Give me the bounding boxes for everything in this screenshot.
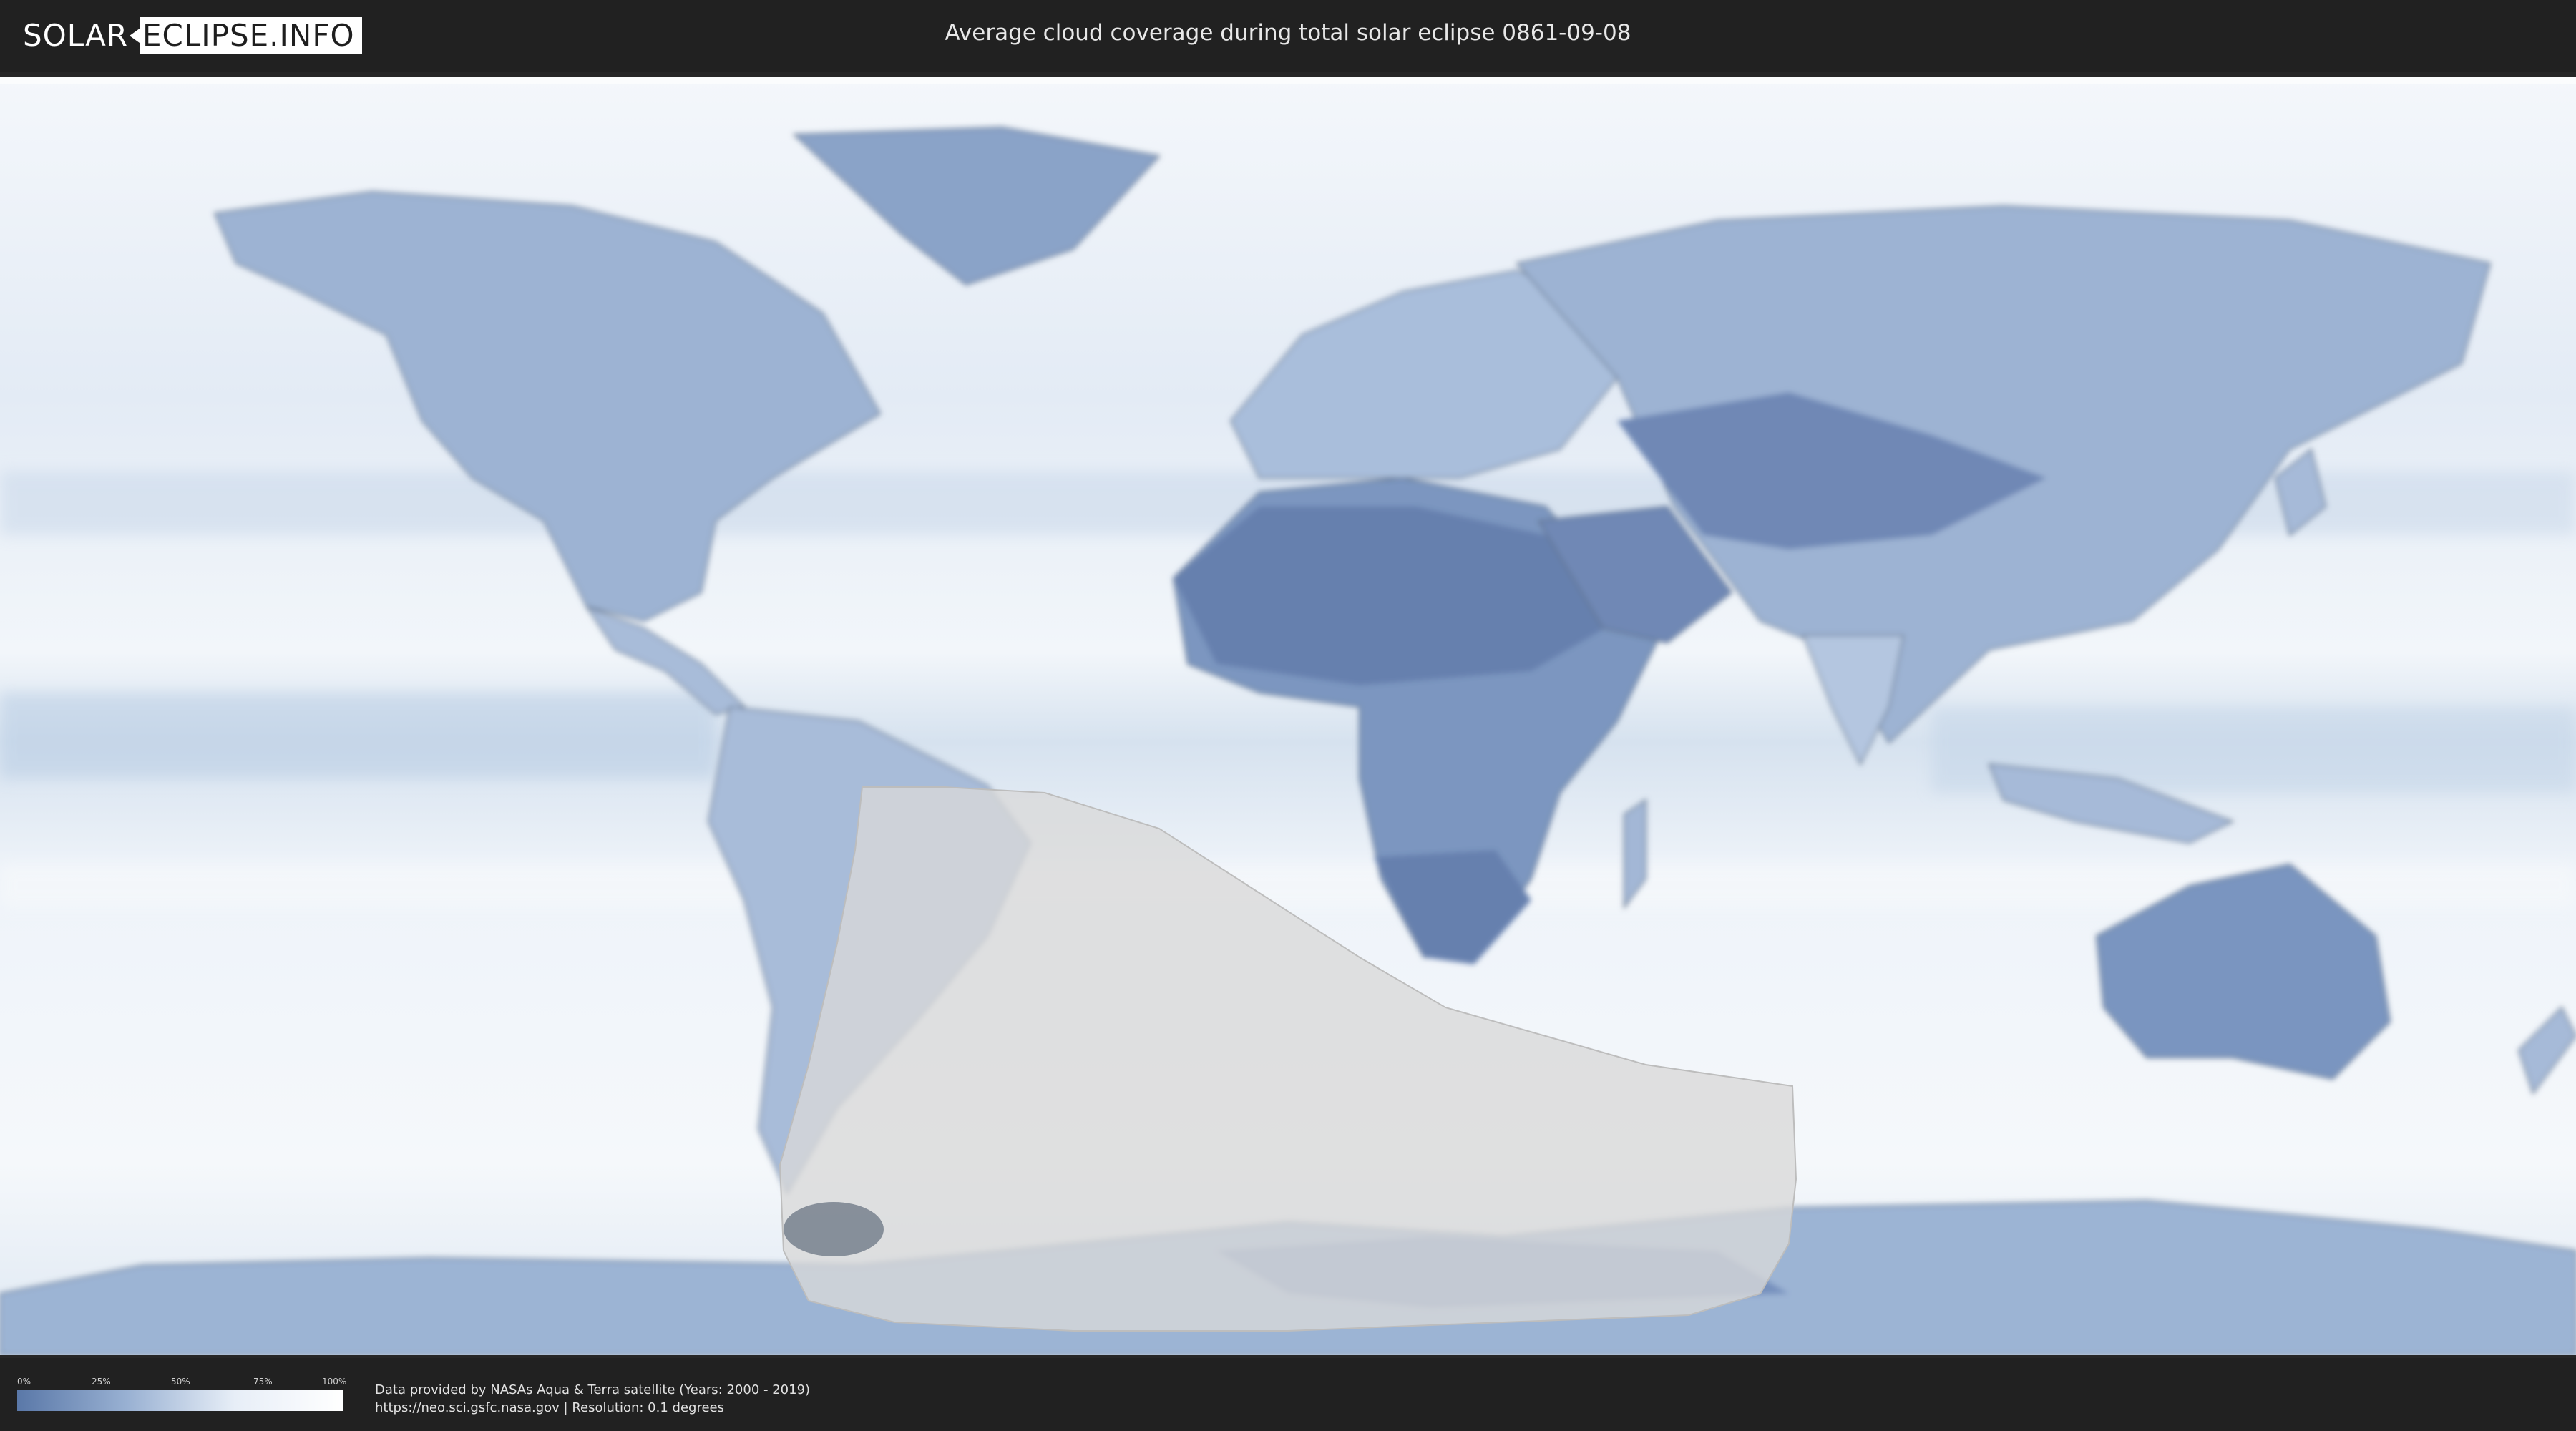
map-top-edge (0, 77, 2576, 84)
credit-source-line: Data provided by NASAs Aqua & Terra sate… (375, 1382, 811, 1397)
legend-tick-50: 50% (171, 1377, 190, 1387)
credit-url-line[interactable]: https://neo.sci.gsfc.nasa.gov | Resoluti… (375, 1399, 810, 1417)
page-title: Average cloud coverage during total sola… (945, 20, 1631, 46)
legend-color-bar (17, 1390, 343, 1411)
antarctic-peninsula-spot (784, 1202, 884, 1256)
legend-tick-25: 25% (92, 1377, 111, 1387)
legend-tick-75: 75% (253, 1377, 273, 1387)
legend-tick-100: 100% (322, 1377, 347, 1387)
footer-bar: 0% 25% 50% 75% 100% Data provided by NAS… (0, 1358, 2576, 1431)
cloud-coverage-legend: 0% 25% 50% 75% 100% (17, 1377, 347, 1411)
cloud-coverage-map[interactable] (0, 77, 2576, 1355)
header-bar: SOLAR ECLIPSE.INFO Average cloud coverag… (0, 0, 2576, 72)
data-credit: Data provided by NASAs Aqua & Terra sate… (375, 1381, 810, 1417)
world-map-graphic (0, 77, 2576, 1355)
legend-tick-0: 0% (17, 1377, 31, 1387)
legend-ticks: 0% 25% 50% 75% 100% (17, 1377, 347, 1390)
